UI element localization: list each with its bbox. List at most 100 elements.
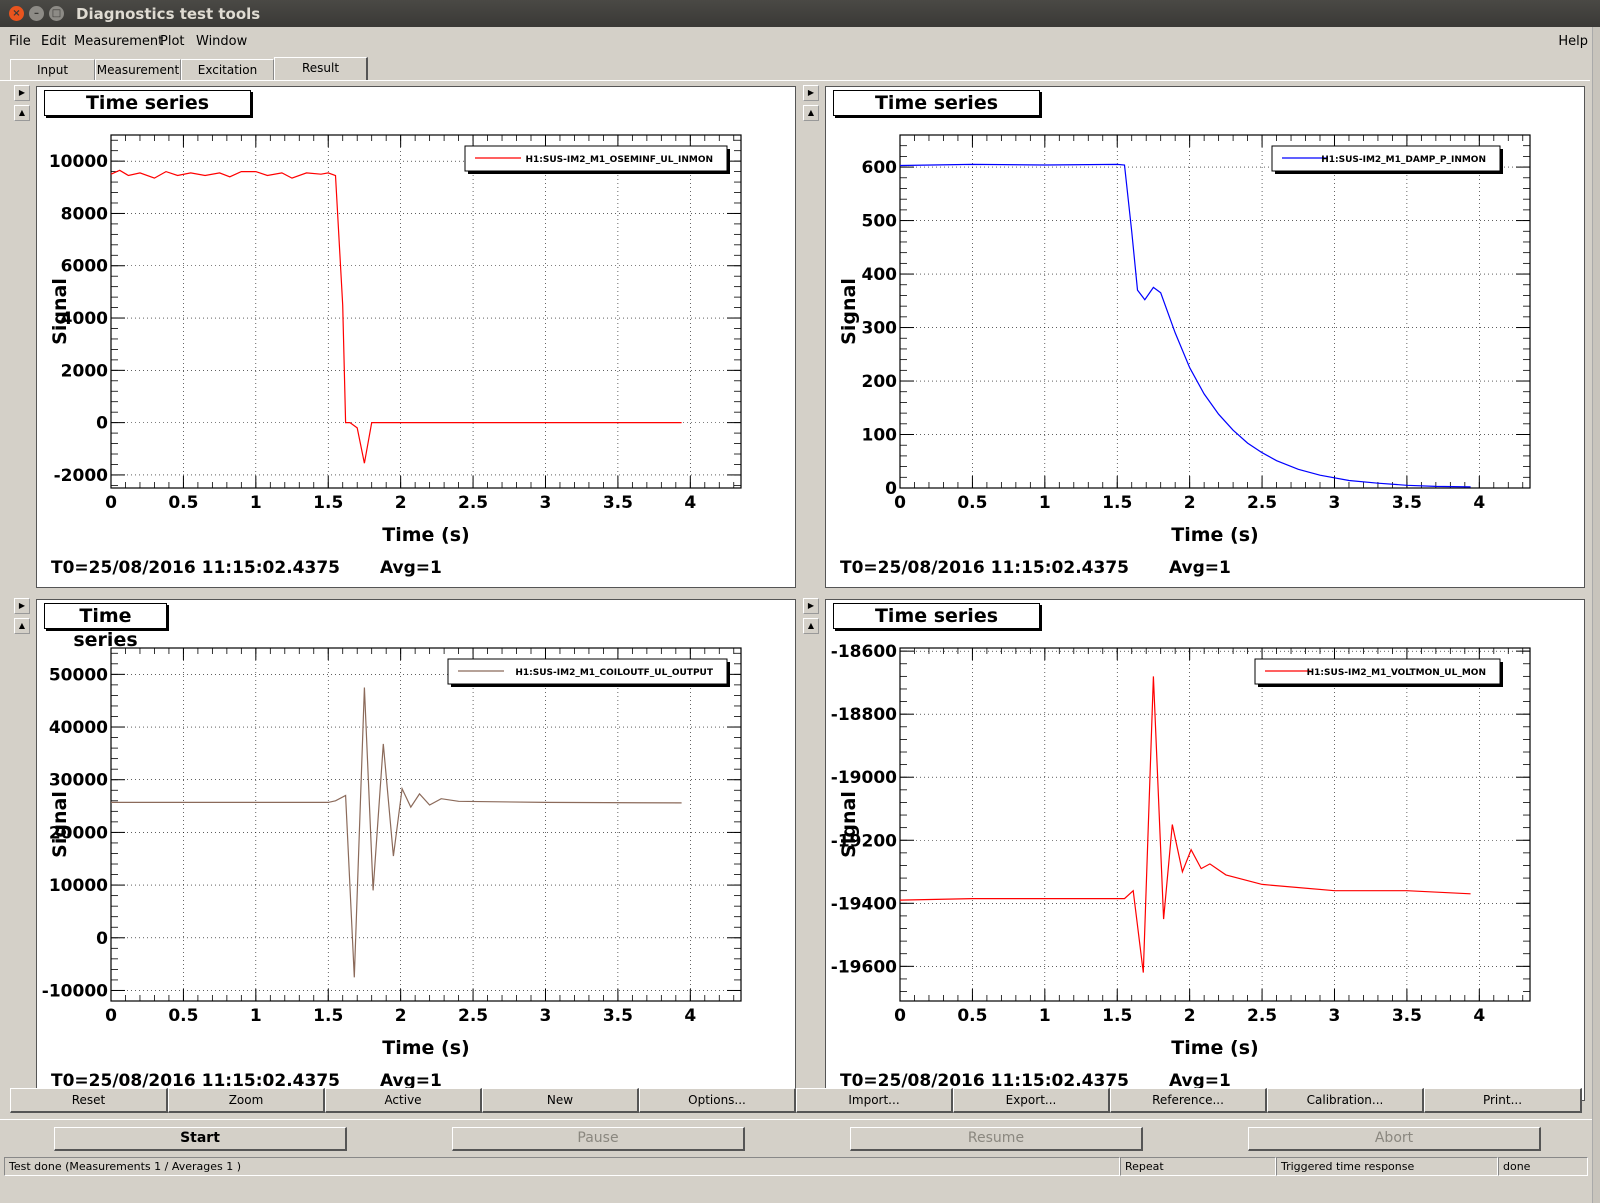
y-tick-label: 10000	[49, 876, 108, 896]
y-tick-label: -2000	[54, 466, 109, 486]
y-axis-title: Signal	[838, 278, 860, 345]
run-separator	[0, 1119, 1600, 1120]
panel-2-collapse-button[interactable]: ▲	[803, 105, 819, 121]
zoom-button[interactable]: Zoom	[168, 1088, 325, 1113]
plot-frame	[110, 134, 742, 489]
plot-canvas-4[interactable]: 0 0.5 1 1.5 2 2.5 3 3.5 4-19600-19400-19200-1900…	[826, 600, 1584, 1100]
x-tick-label: 1.5	[1102, 1006, 1132, 1026]
maximize-window-button[interactable]: □	[49, 6, 64, 21]
plot-title: Time series	[833, 90, 1040, 116]
resume-button[interactable]: Resume	[850, 1127, 1143, 1151]
plot-frame	[899, 647, 1531, 1002]
y-tick-label: 300	[862, 319, 898, 339]
close-window-button[interactable]: ×	[9, 6, 24, 21]
averages-label: Avg=1	[380, 558, 442, 578]
menu-help[interactable]: Help	[1558, 34, 1588, 49]
x-tick-label: 1.5	[1102, 493, 1132, 513]
y-tick-label: 500	[862, 212, 898, 232]
x-tick-label: 1.5	[313, 1006, 343, 1026]
plot-title: Time series	[44, 603, 167, 651]
pause-button[interactable]: Pause	[452, 1127, 745, 1151]
tab-input[interactable]: Input	[10, 59, 95, 80]
minimize-window-button[interactable]: –	[29, 6, 44, 21]
x-tick-label: 4	[684, 493, 696, 513]
y-tick-label: 30000	[49, 771, 108, 791]
x-tick-label: 2.5	[1247, 493, 1277, 513]
x-tick-label: 2	[1184, 493, 1196, 513]
tab-excitation[interactable]: Excitation	[181, 59, 274, 80]
options-button[interactable]: Options...	[639, 1088, 796, 1113]
plot-canvas-2[interactable]: 0 0.5 1 1.5 2 2.5 3 3.5 40100200300400500600 H1:S…	[826, 87, 1584, 587]
panel-3-expand-button[interactable]: ▶	[14, 598, 30, 614]
start-button[interactable]: Start	[54, 1127, 347, 1151]
y-tick-label: 8000	[61, 204, 108, 224]
y-tick-label: 40000	[49, 718, 108, 738]
x-tick-label: 3.5	[1392, 1006, 1422, 1026]
print-button[interactable]: Print...	[1424, 1088, 1582, 1113]
plot-canvas-1[interactable]: 0 0.5 1 1.5 2 2.5 3 3.5 4-2000020004000600080001…	[37, 87, 795, 587]
menu-measurement[interactable]: Measurement	[74, 34, 163, 49]
x-axis-title: Time (s)	[382, 524, 469, 546]
panel-1-expand-button[interactable]: ▶	[14, 85, 30, 101]
window-title: Diagnostics test tools	[76, 5, 261, 23]
y-tick-label: -18800	[831, 705, 897, 725]
menu-bar: File Edit Measurement Plot Window Help	[0, 29, 1600, 53]
y-tick-label: 0	[96, 414, 108, 434]
x-tick-label: 1	[250, 1006, 262, 1026]
x-tick-label: 2	[395, 493, 407, 513]
new-button[interactable]: New	[482, 1088, 639, 1113]
menu-plot[interactable]: Plot	[160, 34, 185, 49]
x-tick-label: 4	[1473, 493, 1485, 513]
x-tick-label: 2	[395, 1006, 407, 1026]
active-button[interactable]: Active	[325, 1088, 482, 1113]
x-tick-label: 3.5	[603, 1006, 633, 1026]
plot-panel-3[interactable]: 0 0.5 1 1.5 2 2.5 3 3.5 4 -10000 0 10000 20000 30000 4…	[36, 599, 796, 1101]
y-tick-label: -10000	[42, 981, 108, 1001]
app-window: × – □ Diagnostics test tools File Edit M…	[0, 0, 1600, 1203]
panel-1-collapse-button[interactable]: ▲	[14, 105, 30, 121]
y-axis-title: Signal	[49, 791, 71, 858]
x-tick-label: 0	[894, 1006, 906, 1026]
tab-divider	[0, 80, 1590, 81]
status-test-type: Triggered time response	[1276, 1157, 1498, 1176]
y-tick-label: 400	[862, 265, 898, 285]
plot-toolbar: Reset Zoom Active New Options... Import.…	[10, 1088, 1584, 1114]
y-tick-label: 0	[96, 929, 108, 949]
x-tick-label: 2.5	[458, 1006, 488, 1026]
panel-4-expand-button[interactable]: ▶	[803, 598, 819, 614]
menu-edit[interactable]: Edit	[41, 34, 66, 49]
panel-4-collapse-button[interactable]: ▲	[803, 618, 819, 634]
legend-label: H1:SUS-IM2_M1_OSEMINF_UL_INMON	[525, 155, 713, 165]
calibration-button[interactable]: Calibration...	[1267, 1088, 1424, 1113]
plot-panel-1[interactable]: 0 0.5 1 1.5 2 2.5 3 3.5 4 -2000 0 2000 4000 6000 8000 1…	[36, 86, 796, 588]
x-tick-label: 0	[105, 493, 117, 513]
y-tick-label: 200	[862, 372, 898, 392]
panel-2-expand-button[interactable]: ▶	[803, 85, 819, 101]
plot-canvas-3[interactable]: 0 0.5 1 1.5 2 2.5 3 3.5 4-1000001000020000300004…	[37, 600, 795, 1100]
tab-measurement[interactable]: Measurement	[95, 59, 181, 80]
x-tick-label: 1	[250, 493, 262, 513]
panel-3-collapse-button[interactable]: ▲	[14, 618, 30, 634]
plot-frame	[899, 134, 1531, 489]
x-tick-label: 0.5	[957, 1006, 987, 1026]
y-tick-label: 10000	[49, 152, 108, 172]
tab-result[interactable]: Result	[274, 57, 368, 81]
legend-label: H1:SUS-IM2_M1_VOLTMON_UL_MON	[1307, 668, 1486, 678]
plot-panel-4[interactable]: 0 0.5 1 1.5 2 2.5 3 3.5 4 -19600 -19400 -19200 -1900…	[825, 599, 1585, 1101]
x-tick-label: 1	[1039, 1006, 1051, 1026]
reset-button[interactable]: Reset	[10, 1088, 168, 1113]
abort-button[interactable]: Abort	[1248, 1127, 1541, 1151]
trigger-time-label: T0=25/08/2016 11:15:02.4375	[51, 558, 340, 578]
export-button[interactable]: Export...	[953, 1088, 1110, 1113]
plot-frame	[110, 647, 742, 1002]
averages-label: Avg=1	[1169, 558, 1231, 578]
window-right-edge	[1592, 27, 1600, 1203]
menu-file[interactable]: File	[9, 34, 31, 49]
y-tick-label: 50000	[49, 665, 108, 685]
import-button[interactable]: Import...	[796, 1088, 953, 1113]
reference-button[interactable]: Reference...	[1110, 1088, 1267, 1113]
plot-panel-2[interactable]: 0 0.5 1 1.5 2 2.5 3 3.5 4 0 100 200 300 400 500 600 H1:S…	[825, 86, 1585, 588]
x-tick-label: 3.5	[1392, 493, 1422, 513]
y-tick-label: 6000	[61, 257, 108, 277]
menu-window[interactable]: Window	[196, 34, 247, 49]
